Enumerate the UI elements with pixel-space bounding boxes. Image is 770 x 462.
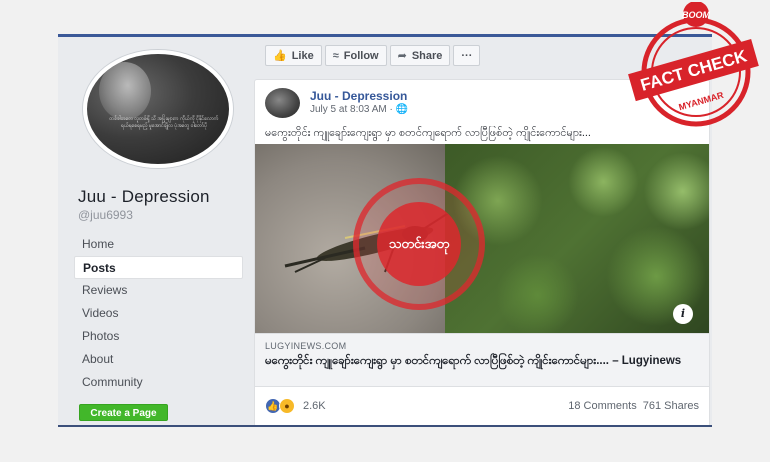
profile-picture[interactable]: တစ်ခါတလေ လူတစ်ရှိ သိ အပြုံးများက ကိုယ်ကိ… (83, 50, 233, 168)
wow-reaction-icon: ● (279, 398, 295, 414)
page-title: Juu - Depression (78, 187, 210, 206)
post-author[interactable]: Juu - Depression (310, 89, 407, 103)
facebook-page: တစ်ခါတလေ လူတစ်ရှိ သိ အပြုံးများက ကိုယ်ကိ… (58, 34, 712, 427)
link-title[interactable]: မကွေးတိုင်း ကျူချော်းကျေးရွာ မှာ စတင်ကျရ… (265, 354, 699, 368)
boom-fact-check-stamp: BOOM FACT CHECK MYANMAR (628, 2, 759, 127)
nav-item-reviews[interactable]: Reviews (74, 279, 243, 302)
page-nav: Home Posts Reviews Videos Photos About C… (74, 233, 243, 394)
share-button[interactable]: ➦ Share (389, 45, 451, 66)
page-handle: @juu6993 (78, 208, 133, 222)
nav-item-community[interactable]: Community (74, 371, 243, 394)
create-page-button[interactable]: Create a Page (79, 404, 168, 421)
nav-item-home[interactable]: Home (74, 233, 243, 256)
nav-item-posts[interactable]: Posts (74, 256, 243, 279)
post-avatar[interactable] (265, 88, 300, 118)
share-arrow-icon: ➦ (397, 50, 407, 62)
page-action-bar: 👍 Like ≈ Follow ➦ Share ··· (265, 45, 481, 66)
post-timestamp[interactable]: July 5 at 8:03 AM · (310, 104, 396, 115)
nav-item-photos[interactable]: Photos (74, 325, 243, 348)
watermark-label: သတင်းအတု (377, 202, 461, 286)
page-sidebar: တစ်ခါတလေ လူတစ်ရှိ သိ အပြုံးများက ကိုယ်ကိ… (58, 37, 250, 425)
fake-news-watermark: သတင်းအတု (353, 178, 485, 310)
link-domain: LUGYINEWS.COM (265, 341, 347, 351)
rss-icon: ≈ (332, 49, 339, 62)
globe-icon: 🌐 (395, 104, 409, 115)
nav-item-videos[interactable]: Videos (74, 302, 243, 325)
shares-count[interactable]: 761 Shares (643, 400, 699, 412)
like-label: Like (291, 49, 314, 62)
reaction-count: 2.6K (303, 400, 326, 412)
post-image[interactable]: သတင်းအတု i (255, 144, 709, 333)
more-label: ··· (461, 49, 473, 62)
profile-picture-caption: တစ်ခါတလေ လူတစ်ရှိ သိ အပြုံးများက ကိုယ်ကိ… (109, 116, 219, 129)
more-button[interactable]: ··· (453, 45, 481, 66)
profile-face (99, 62, 151, 120)
follow-label: Follow (343, 49, 379, 62)
link-preview[interactable]: LUGYINEWS.COM မကွေးတိုင်း ကျူချော်းကျေးရ… (255, 333, 709, 387)
like-button[interactable]: 👍 Like (265, 45, 322, 66)
reactions-summary[interactable]: 👍 ● 2.6K (265, 398, 326, 414)
comments-count[interactable]: 18 Comments (568, 400, 636, 412)
nav-item-about[interactable]: About (74, 348, 243, 371)
thumbs-up-icon: 👍 (273, 50, 287, 62)
info-icon[interactable]: i (673, 304, 693, 324)
share-label: Share (411, 49, 443, 62)
post-stats: 18 Comments 761 Shares (568, 400, 699, 412)
post-meta: July 5 at 8:03 AM · 🌐 (310, 104, 408, 115)
stamp-top-text: BOOM (682, 10, 711, 20)
follow-button[interactable]: ≈ Follow (324, 45, 387, 66)
